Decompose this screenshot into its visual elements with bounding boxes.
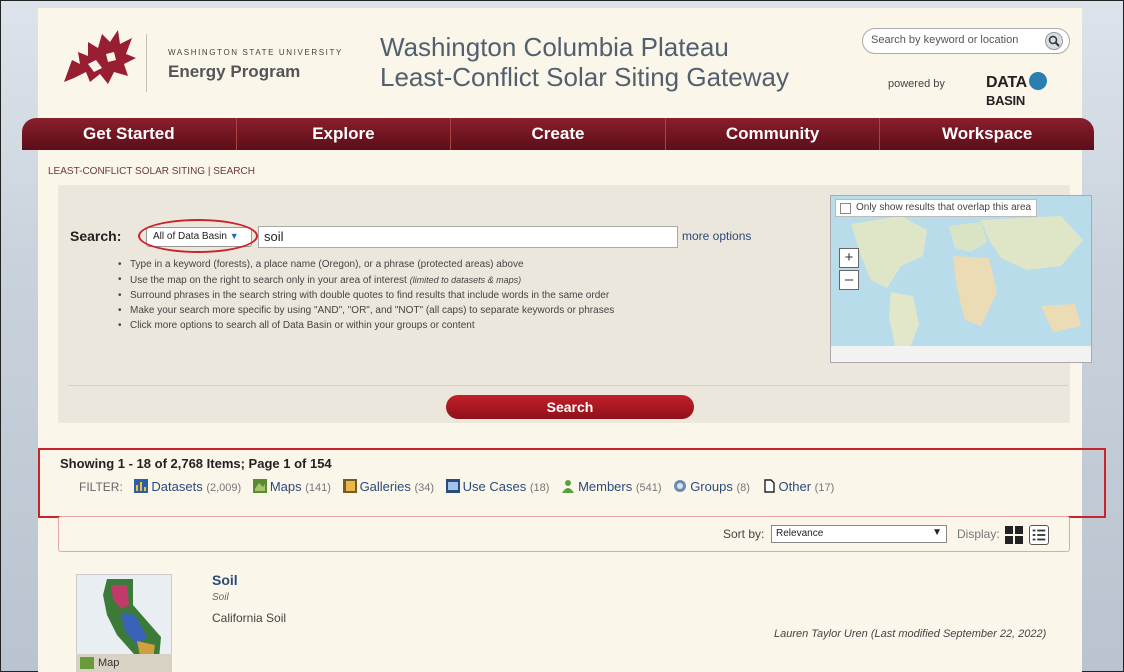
sort-bar: Sort by: Relevance ▼ Display:: [58, 516, 1070, 552]
zoom-in-button[interactable]: +: [839, 248, 859, 268]
filter-datasets-label: Datasets: [151, 479, 203, 494]
nav-create[interactable]: Create: [451, 118, 666, 150]
search-tip: Type in a keyword (forests), a place nam…: [118, 259, 678, 271]
filter-members[interactable]: Members (541): [561, 479, 665, 494]
filter-groups[interactable]: Groups (8): [673, 479, 753, 494]
filter-galleries-count: (34): [414, 482, 435, 494]
data-basin-logo-left: DATA: [986, 74, 1027, 91]
filter-galleries[interactable]: Galleries (34): [342, 479, 438, 494]
sort-dropdown[interactable]: Relevance ▼: [771, 525, 947, 543]
more-options-link[interactable]: more options: [682, 229, 751, 243]
breadcrumb-separator: |: [205, 166, 214, 177]
sort-label: Sort by:: [723, 527, 765, 541]
main-nav: Get Started Explore Create Community Wor…: [22, 118, 1094, 150]
maps-icon: [252, 479, 267, 493]
nav-explore[interactable]: Explore: [237, 118, 452, 150]
search-area-map[interactable]: Only show results that overlap this area…: [830, 195, 1092, 363]
logo-divider: [146, 34, 147, 92]
sort-value: Relevance: [776, 528, 824, 539]
search-panel: Search: All of Data Basin ▼ soil more op…: [58, 185, 1092, 423]
filter-groups-label: Groups: [690, 479, 733, 494]
highlight-circle: [138, 219, 258, 253]
grid-view-icon[interactable]: [1005, 526, 1023, 544]
chevron-down-icon: ▼: [932, 527, 942, 538]
filter-use-cases[interactable]: Use Cases (18): [445, 479, 553, 494]
page: WASHINGTON STATE UNIVERSITY Energy Progr…: [22, 8, 1106, 672]
filter-use-cases-label: Use Cases: [462, 479, 527, 494]
site-title[interactable]: Washington Columbia Plateau Least-Confli…: [380, 32, 789, 92]
filter-datasets[interactable]: Datasets (2,009): [134, 479, 244, 494]
breadcrumb-page: SEARCH: [213, 166, 255, 177]
results-summary: Showing 1 - 18 of 2,768 Items; Page 1 of…: [60, 456, 332, 471]
data-basin-logo-right: BASIN: [986, 93, 1025, 108]
search-icon[interactable]: [1045, 32, 1063, 50]
university-name: WASHINGTON STATE UNIVERSITY: [168, 48, 343, 57]
nav-workspace[interactable]: Workspace: [880, 118, 1094, 150]
members-icon: [562, 480, 575, 493]
search-label: Search:: [70, 228, 122, 244]
site-title-line2: Least-Conflict Solar Siting Gateway: [380, 62, 789, 92]
result-subtitle: Soil: [212, 592, 229, 603]
search-tip-note: (limited to datasets & maps): [409, 275, 522, 285]
filter-other[interactable]: Other (17): [762, 479, 835, 494]
filter-maps-count: (141): [305, 482, 331, 494]
site-title-line1: Washington Columbia Plateau: [380, 32, 729, 62]
search-query-input[interactable]: soil: [258, 226, 678, 248]
result-description: California Soil: [212, 611, 287, 625]
filter-maps[interactable]: Maps (141): [252, 479, 335, 494]
filter-other-label: Other: [778, 479, 812, 494]
top-search-input[interactable]: Search by keyword or location: [862, 28, 1070, 54]
groups-icon: [674, 480, 687, 492]
breadcrumb: LEAST-CONFLICT SOLAR SITING | SEARCH: [48, 166, 255, 177]
result-author: Lauren Taylor Uren (Last modified Septem…: [774, 628, 1047, 640]
result-title[interactable]: Soil: [212, 572, 238, 588]
overlap-checkbox-label: Only show results that overlap this area: [856, 202, 1032, 213]
filter-label: FILTER:: [79, 480, 123, 494]
panel-divider: [68, 385, 1068, 386]
checkbox-icon: [840, 203, 851, 214]
world-map: [831, 196, 1091, 362]
filter-other-count: (17): [814, 482, 835, 494]
breadcrumb-section[interactable]: LEAST-CONFLICT SOLAR SITING: [48, 166, 205, 177]
filter-datasets-count: (2,009): [206, 482, 242, 494]
display-label: Display:: [957, 527, 1000, 541]
search-tip-text: Use the map on the right to search only …: [130, 275, 407, 286]
site-header: WASHINGTON STATE UNIVERSITY Energy Progr…: [38, 8, 1082, 116]
filter-members-label: Members: [578, 479, 633, 494]
nav-get-started[interactable]: Get Started: [22, 118, 237, 150]
search-tip: Click more options to search all of Data…: [118, 320, 678, 332]
use-cases-icon: [445, 479, 460, 493]
data-basin-logo[interactable]: DATA BASIN: [986, 72, 1082, 110]
wsu-cougar-logo[interactable]: [58, 24, 138, 88]
datasets-icon: [134, 479, 149, 493]
search-tips: Type in a keyword (forests), a place nam…: [118, 259, 678, 335]
overlap-checkbox[interactable]: Only show results that overlap this area: [835, 199, 1038, 217]
filter-groups-count: (8): [736, 482, 750, 494]
map-icon: [80, 657, 94, 669]
filter-row: FILTER: Datasets (2,009) Maps (141) Gall…: [79, 479, 834, 494]
data-basin-globe-icon: [1028, 72, 1047, 90]
filter-use-cases-count: (18): [529, 482, 550, 494]
galleries-icon: [342, 479, 357, 493]
search-button[interactable]: Search: [446, 395, 694, 419]
other-icon: [763, 479, 775, 493]
list-view-icon[interactable]: [1029, 525, 1049, 545]
search-tip: Surround phrases in the search string wi…: [118, 290, 678, 302]
result-type-label: Map: [98, 657, 120, 669]
filter-members-count: (541): [635, 482, 662, 494]
result-type-tag: Map: [76, 654, 172, 672]
program-name: Energy Program: [168, 62, 301, 81]
filter-maps-label: Maps: [269, 479, 302, 494]
filter-galleries-label: Galleries: [359, 479, 411, 494]
zoom-out-button[interactable]: –: [839, 270, 859, 290]
search-tip: Use the map on the right to search only …: [118, 274, 678, 287]
nav-community[interactable]: Community: [666, 118, 881, 150]
top-search-placeholder: Search by keyword or location: [871, 34, 1019, 46]
search-tip: Make your search more specific by using …: [118, 305, 678, 317]
powered-by-label: powered by: [888, 78, 945, 90]
